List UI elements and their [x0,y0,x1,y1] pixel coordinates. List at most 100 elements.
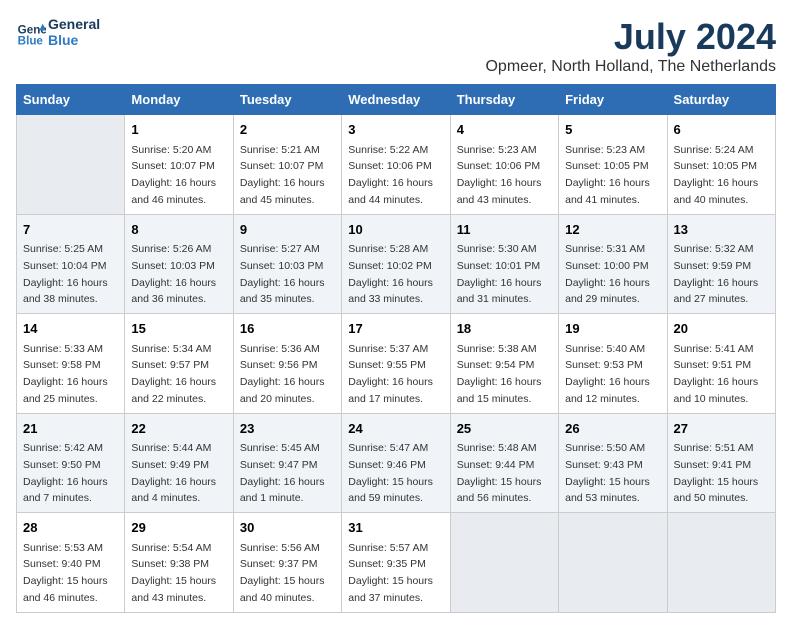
header-day: Tuesday [233,85,341,115]
calendar-cell [17,115,125,215]
header-day: Thursday [450,85,558,115]
day-number: 7 [23,220,118,240]
calendar-week-row: 14 Sunrise: 5:33 AM Sunset: 9:58 PM Dayli… [17,314,776,414]
main-title: July 2024 [485,16,776,58]
day-info: Sunrise: 5:33 AM Sunset: 9:58 PM Dayligh… [23,343,108,405]
day-info: Sunrise: 5:48 AM Sunset: 9:44 PM Dayligh… [457,442,542,504]
svg-text:Blue: Blue [18,35,44,48]
calendar-cell: 24 Sunrise: 5:47 AM Sunset: 9:46 PM Dayli… [342,413,450,513]
calendar-cell [450,513,558,613]
day-number: 8 [131,220,226,240]
day-info: Sunrise: 5:34 AM Sunset: 9:57 PM Dayligh… [131,343,216,405]
day-info: Sunrise: 5:31 AM Sunset: 10:00 PM Daylig… [565,243,650,305]
calendar-cell: 30 Sunrise: 5:56 AM Sunset: 9:37 PM Dayli… [233,513,341,613]
header-day: Friday [559,85,667,115]
calendar-cell: 27 Sunrise: 5:51 AM Sunset: 9:41 PM Dayli… [667,413,775,513]
day-number: 12 [565,220,660,240]
day-number: 9 [240,220,335,240]
day-number: 27 [674,419,769,439]
calendar-cell: 29Sunrise: 5:54 AM Sunset: 9:38 PM Dayli… [125,513,233,613]
calendar-week-row: 28Sunrise: 5:53 AM Sunset: 9:40 PM Dayli… [17,513,776,613]
day-number: 2 [240,120,335,140]
calendar-cell: 3 Sunrise: 5:22 AM Sunset: 10:06 PM Dayli… [342,115,450,215]
title-section: July 2024 Opmeer, North Holland, The Net… [485,16,776,76]
day-number: 13 [674,220,769,240]
day-info: Sunrise: 5:56 AM Sunset: 9:37 PM Dayligh… [240,542,325,604]
day-number: 16 [240,319,335,339]
day-number: 11 [457,220,552,240]
page-header: General Blue General Blue July 2024 Opme… [16,16,776,76]
logo: General Blue General Blue [16,16,100,48]
day-info: Sunrise: 5:20 AM Sunset: 10:07 PM Daylig… [131,144,216,206]
day-number: 1 [131,120,226,140]
calendar-cell: 5 Sunrise: 5:23 AM Sunset: 10:05 PM Dayli… [559,115,667,215]
day-info: Sunrise: 5:47 AM Sunset: 9:46 PM Dayligh… [348,442,433,504]
calendar-cell: 11 Sunrise: 5:30 AM Sunset: 10:01 PM Dayl… [450,214,558,314]
day-info: Sunrise: 5:57 AM Sunset: 9:35 PM Dayligh… [348,542,433,604]
day-number: 20 [674,319,769,339]
subtitle: Opmeer, North Holland, The Netherlands [485,58,776,76]
day-number: 18 [457,319,552,339]
day-number: 31 [348,518,443,538]
calendar-cell: 10 Sunrise: 5:28 AM Sunset: 10:02 PM Dayl… [342,214,450,314]
day-info: Sunrise: 5:53 AM Sunset: 9:40 PM Dayligh… [23,542,108,604]
calendar-cell: 1 Sunrise: 5:20 AM Sunset: 10:07 PM Dayli… [125,115,233,215]
day-number: 25 [457,419,552,439]
day-info: Sunrise: 5:45 AM Sunset: 9:47 PM Dayligh… [240,442,325,504]
header-day: Monday [125,85,233,115]
day-number: 15 [131,319,226,339]
calendar-cell: 23 Sunrise: 5:45 AM Sunset: 9:47 PM Dayli… [233,413,341,513]
day-number: 23 [240,419,335,439]
day-number: 24 [348,419,443,439]
day-number: 26 [565,419,660,439]
day-number: 3 [348,120,443,140]
day-number: 6 [674,120,769,140]
calendar-cell: 19 Sunrise: 5:40 AM Sunset: 9:53 PM Dayli… [559,314,667,414]
day-info: Sunrise: 5:25 AM Sunset: 10:04 PM Daylig… [23,243,108,305]
day-info: Sunrise: 5:28 AM Sunset: 10:02 PM Daylig… [348,243,433,305]
calendar-cell: 28Sunrise: 5:53 AM Sunset: 9:40 PM Dayli… [17,513,125,613]
header-day: Sunday [17,85,125,115]
day-info: Sunrise: 5:22 AM Sunset: 10:06 PM Daylig… [348,144,433,206]
calendar-cell [559,513,667,613]
day-info: Sunrise: 5:23 AM Sunset: 10:05 PM Daylig… [565,144,650,206]
calendar-cell: 12 Sunrise: 5:31 AM Sunset: 10:00 PM Dayl… [559,214,667,314]
day-info: Sunrise: 5:44 AM Sunset: 9:49 PM Dayligh… [131,442,216,504]
calendar-cell: 17 Sunrise: 5:37 AM Sunset: 9:55 PM Dayli… [342,314,450,414]
calendar-cell: 21Sunrise: 5:42 AM Sunset: 9:50 PM Dayli… [17,413,125,513]
day-info: Sunrise: 5:37 AM Sunset: 9:55 PM Dayligh… [348,343,433,405]
header-day: Wednesday [342,85,450,115]
calendar-cell: 2 Sunrise: 5:21 AM Sunset: 10:07 PM Dayli… [233,115,341,215]
day-info: Sunrise: 5:21 AM Sunset: 10:07 PM Daylig… [240,144,325,206]
day-info: Sunrise: 5:42 AM Sunset: 9:50 PM Dayligh… [23,442,108,504]
calendar-week-row: 21Sunrise: 5:42 AM Sunset: 9:50 PM Dayli… [17,413,776,513]
day-number: 10 [348,220,443,240]
day-info: Sunrise: 5:32 AM Sunset: 9:59 PM Dayligh… [674,243,759,305]
calendar-cell: 22Sunrise: 5:44 AM Sunset: 9:49 PM Dayli… [125,413,233,513]
calendar-cell: 26 Sunrise: 5:50 AM Sunset: 9:43 PM Dayli… [559,413,667,513]
day-info: Sunrise: 5:50 AM Sunset: 9:43 PM Dayligh… [565,442,650,504]
day-info: Sunrise: 5:41 AM Sunset: 9:51 PM Dayligh… [674,343,759,405]
day-number: 30 [240,518,335,538]
calendar-table: SundayMondayTuesdayWednesdayThursdayFrid… [16,84,776,613]
day-number: 5 [565,120,660,140]
calendar-cell: 8Sunrise: 5:26 AM Sunset: 10:03 PM Dayli… [125,214,233,314]
calendar-cell: 20 Sunrise: 5:41 AM Sunset: 9:51 PM Dayli… [667,314,775,414]
day-info: Sunrise: 5:51 AM Sunset: 9:41 PM Dayligh… [674,442,759,504]
calendar-cell: 16 Sunrise: 5:36 AM Sunset: 9:56 PM Dayli… [233,314,341,414]
calendar-cell [667,513,775,613]
calendar-cell: 18 Sunrise: 5:38 AM Sunset: 9:54 PM Dayli… [450,314,558,414]
day-info: Sunrise: 5:40 AM Sunset: 9:53 PM Dayligh… [565,343,650,405]
calendar-cell: 25 Sunrise: 5:48 AM Sunset: 9:44 PM Dayli… [450,413,558,513]
calendar-week-row: 1 Sunrise: 5:20 AM Sunset: 10:07 PM Dayli… [17,115,776,215]
day-number: 17 [348,319,443,339]
day-info: Sunrise: 5:30 AM Sunset: 10:01 PM Daylig… [457,243,542,305]
day-number: 19 [565,319,660,339]
day-number: 14 [23,319,118,339]
header-row: SundayMondayTuesdayWednesdayThursdayFrid… [17,85,776,115]
day-info: Sunrise: 5:38 AM Sunset: 9:54 PM Dayligh… [457,343,542,405]
day-number: 4 [457,120,552,140]
day-info: Sunrise: 5:36 AM Sunset: 9:56 PM Dayligh… [240,343,325,405]
day-info: Sunrise: 5:54 AM Sunset: 9:38 PM Dayligh… [131,542,216,604]
calendar-cell: 4Sunrise: 5:23 AM Sunset: 10:06 PM Dayli… [450,115,558,215]
